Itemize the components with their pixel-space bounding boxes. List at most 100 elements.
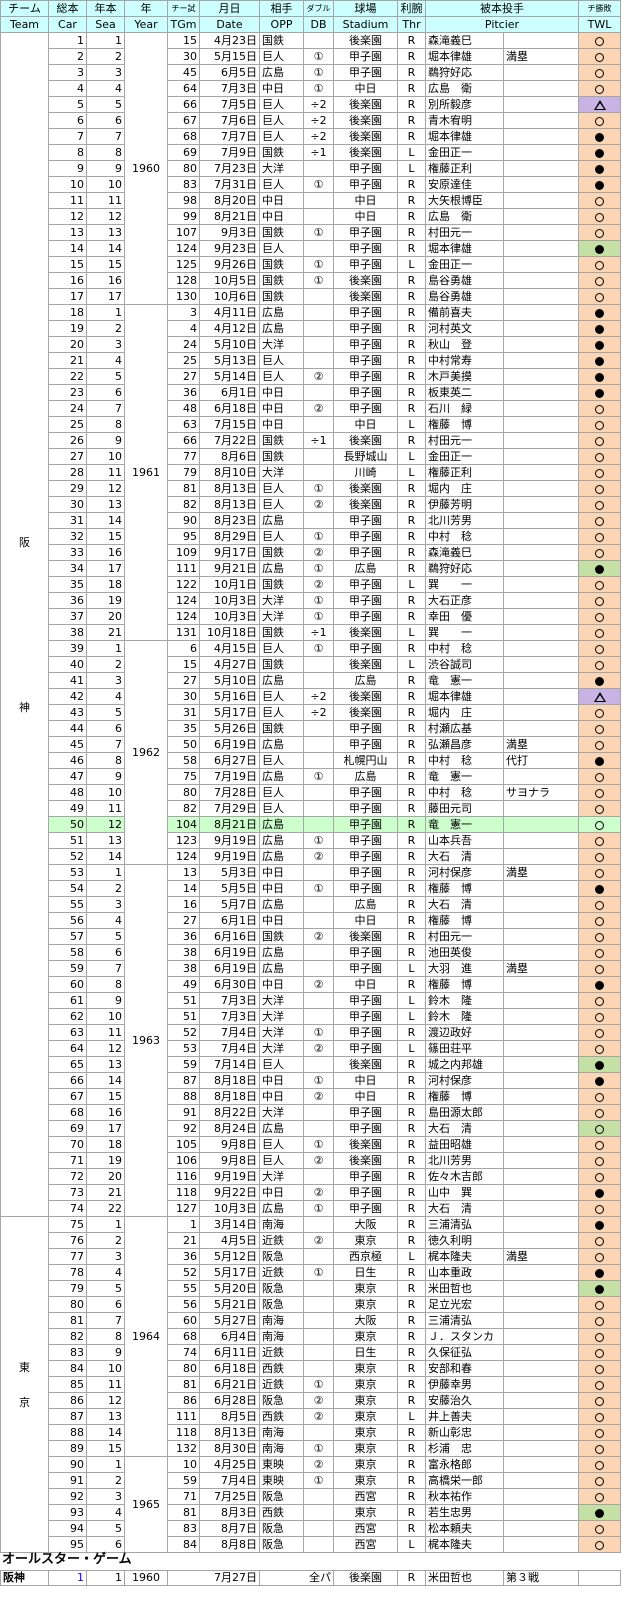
col-header-tgm-jp: チー試 (167, 0, 200, 17)
date-cell: 5月14日 (199, 368, 260, 385)
date-cell: 5月3日 (199, 864, 260, 881)
loss-circle-icon (595, 1364, 604, 1374)
team-game-number: 15 (167, 32, 200, 49)
car-number: 87 (48, 1408, 87, 1425)
throws-cell: R (397, 176, 426, 193)
result-cell (578, 400, 621, 417)
result-cell (578, 48, 621, 65)
col-header-year-en: Year (124, 16, 168, 33)
note-cell (503, 1312, 579, 1329)
season-number: 7 (86, 960, 125, 977)
season-number: 2 (86, 880, 125, 897)
date-cell: 7月4日 (199, 1040, 260, 1057)
result-cell (578, 1024, 621, 1041)
car-number: 2 (48, 48, 87, 65)
car-number: 62 (48, 1008, 87, 1025)
season-number: 14 (86, 240, 125, 257)
throws-cell: R (397, 928, 426, 945)
date-cell: 5月16日 (199, 688, 260, 705)
loss-circle-icon (595, 852, 604, 862)
car-number: 7 (48, 128, 87, 145)
result-cell (578, 800, 621, 817)
stadium-cell: 甲子園 (333, 240, 398, 257)
doubleheader-cell: ② (303, 1408, 334, 1425)
col-header-tgm-en: TGm (167, 16, 200, 33)
date-cell: 5月12日 (199, 1248, 260, 1265)
team-game-number: 77 (167, 448, 200, 465)
throws-cell: R (397, 480, 426, 497)
doubleheader-cell: ② (303, 1456, 334, 1473)
car-number: 15 (48, 256, 87, 273)
note-cell (503, 464, 579, 481)
throws-cell: R (397, 704, 426, 721)
date-cell: 7月31日 (199, 176, 260, 193)
home-run-record-table: チーム 総本 年本 年 チー試 月日 相手 ダブル 球場 利腕 被本投手 チ勝敗… (0, 0, 621, 1553)
car-number: 41 (48, 672, 87, 689)
opponent-cell: 国鉄 (259, 544, 304, 561)
loss-circle-icon (595, 1428, 604, 1438)
result-cell (578, 448, 621, 465)
team-game-number: 52 (167, 1024, 200, 1041)
result-cell (578, 1136, 621, 1153)
car-number: 1 (48, 32, 87, 49)
pitcher-cell: 巽 一 (425, 624, 504, 641)
team-game-number: 83 (167, 1520, 200, 1537)
season-number: 1 (86, 1216, 125, 1233)
pitcher-cell: 三浦清弘 (425, 1312, 504, 1329)
note-cell (503, 448, 579, 465)
note-cell (503, 704, 579, 721)
season-number: 6 (86, 112, 125, 129)
throws-cell: R (397, 1280, 426, 1297)
loss-circle-icon (595, 468, 604, 478)
pitcher-cell: 河村英文 (425, 320, 504, 337)
car-number: 42 (48, 688, 87, 705)
opponent-cell: 中日 (259, 1088, 304, 1105)
car-number: 55 (48, 896, 87, 913)
result-cell (578, 992, 621, 1009)
date-cell: 7月28日 (199, 784, 260, 801)
loss-circle-icon (595, 532, 604, 542)
car-number: 48 (48, 784, 87, 801)
date-cell: 7月4日 (199, 1472, 260, 1489)
col-header-team-jp: チーム (0, 0, 49, 17)
opponent-cell: 中日 (259, 1072, 304, 1089)
table-row: 67 15 88 8月18日 中日 ② 中日 R 権藤 博 (1, 1088, 621, 1105)
loss-circle-icon (595, 1204, 604, 1214)
doubleheader-cell (303, 896, 334, 913)
car-number: 13 (48, 224, 87, 241)
table-row: 51 13 123 9月19日 広島 ① 甲子園 R 山本兵吾 (1, 832, 621, 849)
pitcher-cell: 村田元一 (425, 432, 504, 449)
doubleheader-cell (303, 1168, 334, 1185)
stadium-cell: 広島 (333, 896, 398, 913)
throws-cell: L (397, 1040, 426, 1057)
result-cell (578, 32, 621, 49)
table-row: 42 4 30 5月16日 巨人 ÷2 後楽園 R 堀本律雄 (1, 688, 621, 705)
car-number: 18 (48, 304, 87, 321)
table-row: 12 12 99 8月21日 中日 中日 R 広島 衛 (1, 208, 621, 225)
loss-circle-icon (595, 916, 604, 926)
doubleheader-cell: ① (303, 1264, 334, 1281)
date-cell: 10月3日 (199, 592, 260, 609)
pitcher-cell: 池田英俊 (425, 944, 504, 961)
doubleheader-cell: ÷1 (303, 432, 334, 449)
result-cell (578, 192, 621, 209)
note-cell (503, 944, 579, 961)
car-number: 57 (48, 928, 87, 945)
date-cell: 4月23日 (199, 32, 260, 49)
doubleheader-cell (303, 736, 334, 753)
table-row: 15 15 125 9月26日 国鉄 ① 甲子園 L 金田正一 (1, 256, 621, 273)
result-cell (578, 720, 621, 737)
pitcher-cell: 竜 憲一 (425, 768, 504, 785)
season-number: 20 (86, 1168, 125, 1185)
team-game-number: 56 (167, 1296, 200, 1313)
pitcher-cell: 中村 稔 (425, 784, 504, 801)
car-number: 24 (48, 400, 87, 417)
season-number: 9 (86, 432, 125, 449)
note-cell (503, 672, 579, 689)
throws-cell: R (397, 768, 426, 785)
pitcher-cell: 山中 巽 (425, 1184, 504, 1201)
result-cell (578, 944, 621, 961)
date-cell: 6月18日 (199, 1360, 260, 1377)
loss-circle-icon (595, 404, 604, 414)
loss-circle-icon (595, 548, 604, 558)
